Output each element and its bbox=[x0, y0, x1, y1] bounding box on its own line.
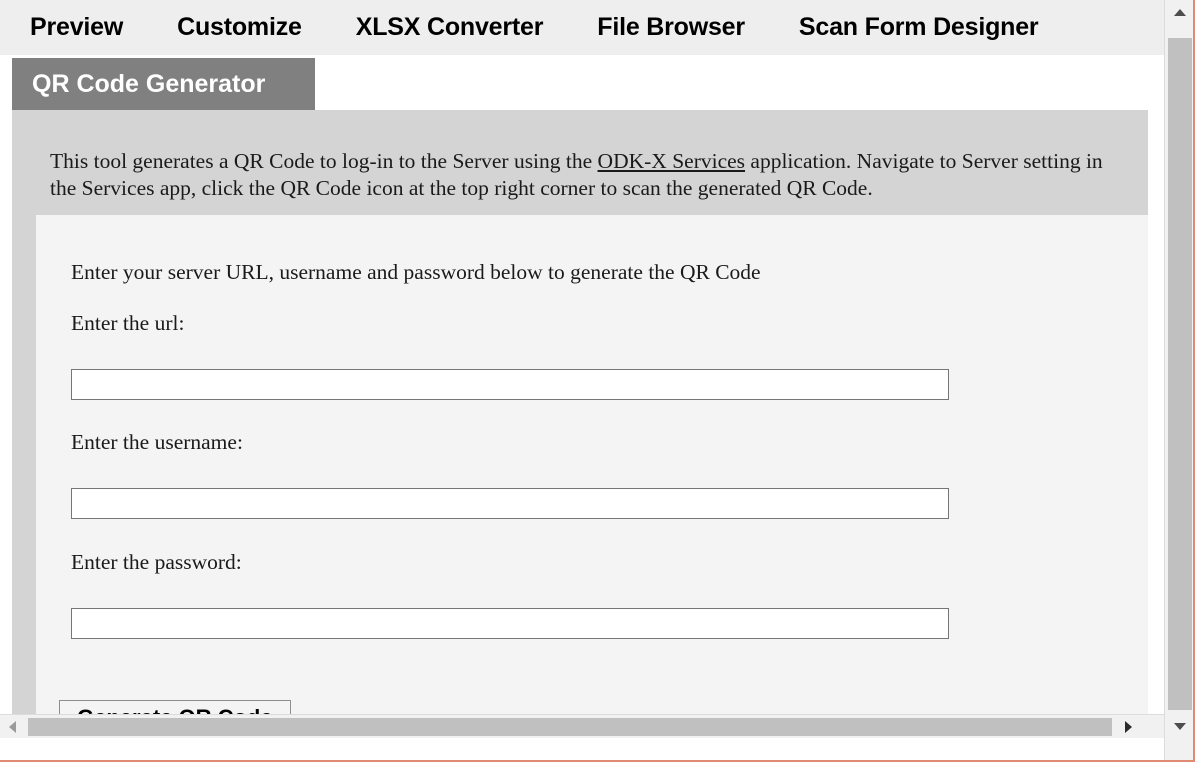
description-text-part1: This tool generates a QR Code to log-in … bbox=[50, 149, 598, 173]
url-input[interactable] bbox=[71, 369, 949, 400]
tab-qr-code-generator[interactable]: QR Code Generator bbox=[12, 58, 315, 110]
tab-strip: QR Code Generator bbox=[0, 55, 1164, 110]
odk-x-services-link[interactable]: ODK-X Services bbox=[598, 149, 745, 173]
nav-item-customize[interactable]: Customize bbox=[177, 13, 302, 42]
qr-generator-form-panel: Enter your server URL, username and pass… bbox=[36, 215, 1148, 738]
content-container: This tool generates a QR Code to log-in … bbox=[12, 110, 1148, 738]
vertical-scrollbar-thumb[interactable] bbox=[1168, 38, 1192, 710]
horizontal-scrollbar-thumb[interactable] bbox=[28, 718, 1112, 736]
password-input[interactable] bbox=[71, 608, 949, 639]
username-input[interactable] bbox=[71, 488, 949, 519]
scroll-right-arrow-icon[interactable] bbox=[1116, 715, 1140, 738]
scroll-down-arrow-icon[interactable] bbox=[1165, 714, 1195, 738]
page-viewport: Preview Customize XLSX Converter File Br… bbox=[0, 0, 1164, 738]
nav-item-scan-form-designer[interactable]: Scan Form Designer bbox=[799, 13, 1039, 42]
nav-item-preview[interactable]: Preview bbox=[30, 13, 123, 42]
password-field-label: Enter the password: bbox=[71, 550, 242, 574]
url-field-label: Enter the url: bbox=[71, 311, 185, 335]
nav-item-xlsx-converter[interactable]: XLSX Converter bbox=[356, 13, 544, 42]
tool-description: This tool generates a QR Code to log-in … bbox=[12, 110, 1148, 216]
scroll-up-arrow-icon[interactable] bbox=[1165, 0, 1195, 24]
top-navigation-bar: Preview Customize XLSX Converter File Br… bbox=[0, 0, 1164, 55]
username-field-label: Enter the username: bbox=[71, 430, 243, 454]
nav-item-file-browser[interactable]: File Browser bbox=[597, 13, 745, 42]
scroll-left-arrow-icon[interactable] bbox=[0, 715, 24, 738]
vertical-scrollbar[interactable] bbox=[1164, 0, 1195, 762]
tab-label: QR Code Generator bbox=[32, 69, 266, 98]
form-intro-text: Enter your server URL, username and pass… bbox=[71, 260, 761, 284]
horizontal-scrollbar[interactable] bbox=[0, 714, 1164, 738]
